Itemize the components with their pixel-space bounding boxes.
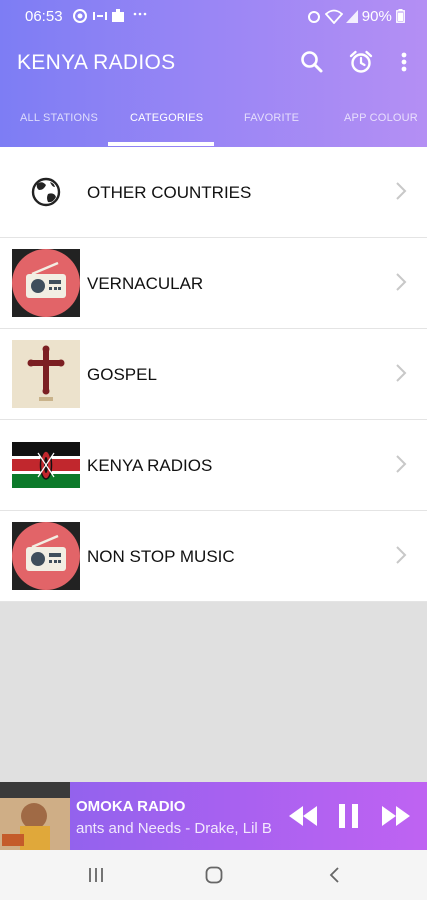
category-row-other-countries[interactable]: OTHER COUNTRIES — [0, 147, 427, 238]
rewind-icon — [289, 806, 317, 826]
album-art — [0, 782, 70, 850]
search-button[interactable] — [298, 48, 326, 76]
category-row-kenya-radios[interactable]: KENYA RADIOS — [0, 420, 427, 511]
home-button[interactable] — [204, 865, 224, 890]
overflow-menu-button[interactable] — [392, 48, 420, 76]
puzzle-icon — [110, 8, 126, 27]
back-button[interactable] — [325, 865, 345, 890]
category-row-non-stop-music[interactable]: NON STOP MUSIC — [0, 511, 427, 602]
back-icon — [329, 867, 339, 883]
app-bar: KENYA RADIOS — [0, 34, 427, 92]
battery-status: 90% — [362, 8, 405, 25]
recent-apps-button[interactable] — [86, 865, 106, 890]
notification-icon — [72, 8, 88, 27]
tab-favorite[interactable]: FAVORITE — [244, 112, 299, 124]
category-label: KENYA RADIOS — [87, 456, 213, 475]
kenya-flag-icon — [12, 431, 80, 499]
alarm-status-icon — [306, 8, 322, 27]
tab-categories[interactable]: CATEGORIES — [130, 112, 203, 124]
more-vert-icon — [401, 52, 407, 72]
globe-icon — [12, 158, 80, 226]
category-label: VERNACULAR — [87, 274, 204, 293]
cast-icon — [92, 8, 108, 27]
battery-percent: 90% — [361, 8, 392, 25]
radio-icon — [12, 522, 80, 590]
home-icon — [205, 866, 223, 884]
player-station-name: OMOKA RADIO — [76, 798, 186, 815]
fast-forward-icon — [382, 806, 410, 826]
wifi-icon — [324, 8, 344, 27]
category-label: GOSPEL — [87, 365, 157, 384]
category-list: OTHER COUNTRIES VERNACULAR GOSPEL KENYA … — [0, 147, 427, 602]
search-icon — [301, 51, 323, 73]
category-row-gospel[interactable]: GOSPEL — [0, 329, 427, 420]
tab-app-colour[interactable]: APP COLOUR — [344, 112, 418, 124]
chevron-right-icon — [396, 273, 407, 291]
tab-indicator — [108, 142, 214, 146]
player-now-playing: ants and Needs - Drake, Lil B — [76, 820, 272, 837]
status-bar: 06:53 90% — [0, 0, 427, 34]
status-time: 06:53 — [25, 8, 63, 25]
alarm-button[interactable] — [347, 48, 375, 76]
mini-player[interactable]: OMOKA RADIO ants and Needs - Drake, Lil … — [0, 782, 427, 850]
category-label: OTHER COUNTRIES — [87, 183, 252, 202]
more-notifications-icon — [132, 6, 148, 25]
chevron-right-icon — [396, 546, 407, 564]
app-title: KENYA RADIOS — [17, 51, 176, 74]
pause-button[interactable] — [336, 802, 362, 830]
system-nav-bar — [0, 850, 427, 900]
rewind-button[interactable] — [287, 802, 319, 830]
signal-icon — [345, 8, 359, 27]
tab-bar: ALL STATIONS CATEGORIES FAVORITE APP COL… — [0, 92, 427, 147]
chevron-right-icon — [396, 455, 407, 473]
chevron-right-icon — [396, 364, 407, 382]
radio-icon — [12, 249, 80, 317]
category-label: NON STOP MUSIC — [87, 547, 235, 566]
recent-apps-icon — [89, 868, 103, 882]
tab-all-stations[interactable]: ALL STATIONS — [20, 112, 98, 124]
category-row-vernacular[interactable]: VERNACULAR — [0, 238, 427, 329]
pause-icon — [339, 804, 358, 828]
header: 06:53 90% KENYA RADIOS ALL STATIONS CATE… — [0, 0, 427, 147]
alarm-clock-icon — [349, 50, 373, 73]
fast-forward-button[interactable] — [380, 802, 412, 830]
cross-icon — [12, 340, 80, 408]
battery-icon — [396, 9, 405, 23]
chevron-right-icon — [396, 182, 407, 200]
